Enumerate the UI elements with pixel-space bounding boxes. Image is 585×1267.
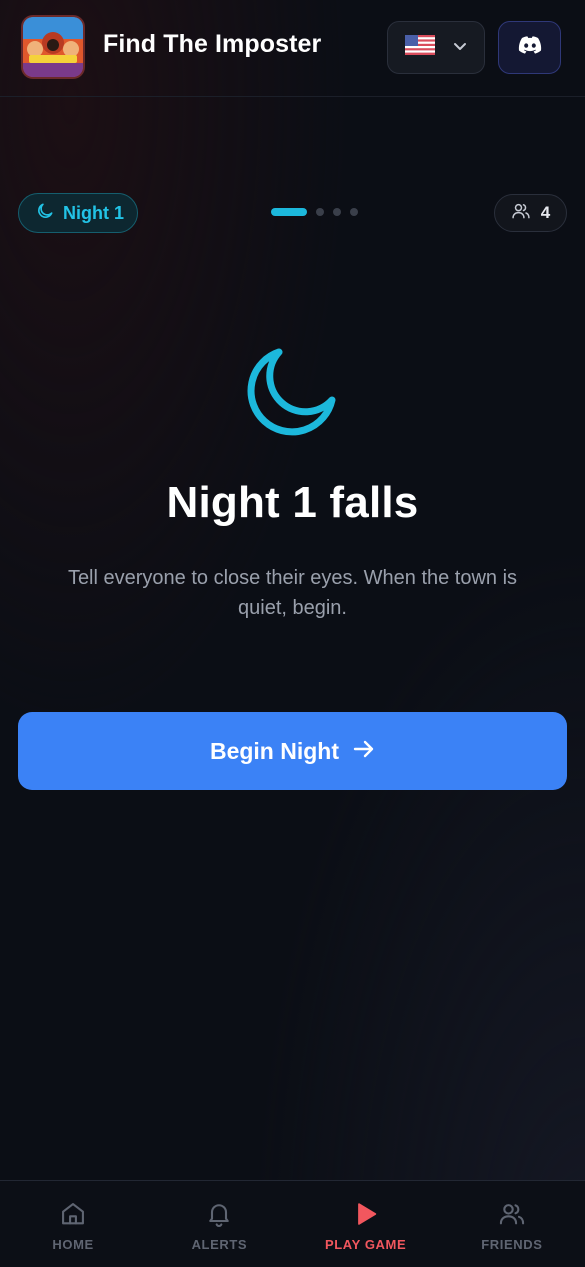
users-icon — [511, 201, 531, 226]
nav-home[interactable]: HOME — [0, 1181, 146, 1267]
night-indicator: Night 1 — [18, 193, 138, 233]
nav-friends-label: FRIENDS — [481, 1237, 543, 1252]
step-dot — [350, 208, 358, 216]
night-headline: Night 1 falls — [166, 478, 419, 527]
nav-play-game-label: PLAY GAME — [324, 1237, 407, 1252]
app-title: Find The Imposter — [103, 30, 322, 58]
arrow-right-icon — [353, 738, 375, 765]
step-dot-current — [271, 208, 307, 216]
night-label: Night 1 — [63, 202, 124, 223]
discord-button[interactable] — [498, 21, 561, 74]
home-icon — [59, 1200, 87, 1231]
step-dot — [333, 208, 341, 216]
player-count: 4 — [540, 203, 551, 222]
friends-icon — [498, 1200, 526, 1231]
moon-icon — [243, 345, 343, 445]
discord-icon — [517, 35, 543, 60]
app-header: Find The Imposter — [0, 0, 585, 97]
nav-alerts-label: ALERTS — [191, 1237, 248, 1252]
us-flag-icon — [405, 35, 435, 60]
chevron-down-icon — [453, 39, 467, 57]
step-dot — [316, 208, 324, 216]
bell-icon — [205, 1200, 233, 1231]
nav-alerts[interactable]: ALERTS — [146, 1181, 292, 1267]
player-count-badge: 4 — [494, 194, 567, 232]
bottom-nav: HOME ALERTS PLAY GAME FRIENDS — [0, 1180, 585, 1267]
step-progress — [271, 208, 358, 216]
moon-icon — [35, 201, 55, 226]
play-icon — [352, 1200, 380, 1231]
begin-night-label: Begin Night — [209, 737, 340, 764]
nav-friends[interactable]: FRIENDS — [439, 1181, 585, 1267]
language-selector[interactable] — [387, 21, 485, 74]
begin-night-button[interactable]: Begin Night — [18, 712, 567, 790]
night-instructions: Tell everyone to close their eyes. When … — [67, 567, 518, 619]
nav-home-label: HOME — [52, 1237, 94, 1252]
game-logo-icon[interactable] — [21, 15, 85, 79]
nav-play-game[interactable]: PLAY GAME — [293, 1181, 439, 1267]
